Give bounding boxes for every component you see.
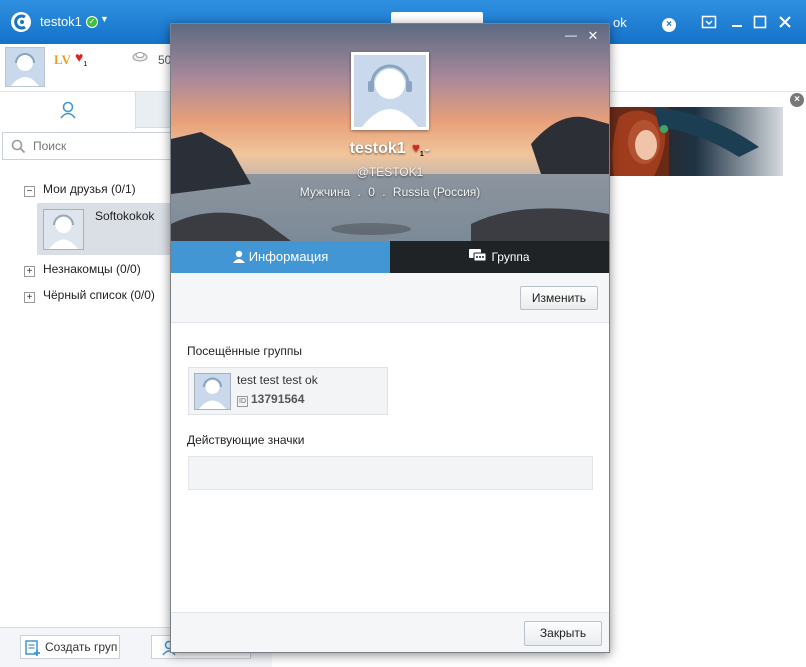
group-card[interactable]: test test test ok ID 13791564 <box>188 367 388 415</box>
profile-dialog: — ✕ testok1 ♥1◒ @TESTOK1 Мужчина . 0 . R… <box>170 23 610 653</box>
contact-icon <box>60 101 76 119</box>
separator: . <box>357 185 361 199</box>
close-button[interactable]: Закрыть <box>524 621 602 646</box>
profile-toolbar: Изменить <box>171 273 609 323</box>
active-badges-title: Действующие значки <box>187 433 305 447</box>
profile-name: testok1 ♥1◒ <box>171 139 609 158</box>
tab-close-icon[interactable]: × <box>662 18 676 32</box>
status-dropdown-icon[interactable]: ▼ <box>100 14 109 24</box>
group-friends[interactable]: − Мои друзья (0/1) <box>24 182 136 200</box>
profile-age: 0 <box>368 185 375 199</box>
window-title: testok1 <box>40 14 82 29</box>
collapse-icon[interactable]: − <box>24 186 35 197</box>
app-logo-icon <box>11 12 31 32</box>
coin-icon: ◒ <box>423 143 431 155</box>
profile-gender: Мужчина <box>299 185 351 199</box>
level-label: LV <box>54 52 71 67</box>
group-avatar <box>194 373 231 410</box>
visited-groups-title: Посещённые группы <box>187 344 302 358</box>
profile-avatar[interactable] <box>351 52 429 130</box>
create-group-label: Создать груп <box>45 640 118 654</box>
profile-meta: Мужчина . 0 . Russia (Россия) <box>171 185 609 199</box>
profile-login: @TESTOK1 <box>356 165 424 179</box>
chat-icon <box>469 249 487 262</box>
id-icon: ID <box>237 396 248 407</box>
search-icon <box>11 139 26 154</box>
list-item[interactable]: Softokokok <box>37 203 177 255</box>
expand-icon[interactable]: + <box>24 266 35 277</box>
tab-info-label: Информация <box>248 249 329 264</box>
create-group-icon <box>25 640 40 656</box>
maximize-icon[interactable] <box>752 14 768 30</box>
search-box[interactable] <box>2 132 182 160</box>
heart-level-icon: ♥1 <box>75 49 88 68</box>
coin-icon <box>132 52 148 62</box>
friend-name: Softokokok <box>95 209 155 223</box>
close-icon[interactable] <box>777 14 793 30</box>
badges-list <box>188 456 593 490</box>
tab-group-label: Группа <box>491 250 530 264</box>
expand-icon[interactable]: + <box>24 292 35 303</box>
group-label: Незнакомцы (0/0) <box>43 262 141 276</box>
profile-country: Russia (Россия) <box>392 185 481 199</box>
separator: . <box>382 185 386 199</box>
banner-close-icon[interactable]: × <box>790 93 804 107</box>
group-name: test test test ok <box>237 373 318 387</box>
group-strangers[interactable]: + Незнакомцы (0/0) <box>24 262 141 280</box>
dialog-footer: Закрыть <box>171 612 609 652</box>
group-id-value: 13791564 <box>251 392 305 406</box>
profile-name-text: testok1 <box>349 140 406 157</box>
dialog-close-icon[interactable]: ✕ <box>586 29 600 43</box>
avatar[interactable] <box>5 47 45 87</box>
banner-ad[interactable] <box>609 107 783 176</box>
profile-tabs: Информация Группа <box>171 241 609 279</box>
tab-info[interactable]: Информация <box>171 241 390 279</box>
dialog-minimize-icon[interactable]: — <box>564 29 578 42</box>
avatar <box>43 209 84 250</box>
window-menu-icon[interactable] <box>701 14 717 30</box>
tab-contacts[interactable] <box>0 92 136 129</box>
tab-group[interactable]: Группа <box>390 241 609 273</box>
group-label: Мои друзья (0/1) <box>43 182 136 196</box>
user-icon <box>232 250 245 263</box>
heart-level-icon: ♥1◒ <box>412 140 431 159</box>
group-id: ID 13791564 <box>237 392 304 407</box>
create-group-button[interactable]: Создать груп <box>20 635 120 659</box>
profile-header: — ✕ testok1 ♥1◒ @TESTOK1 Мужчина . 0 . R… <box>171 24 609 241</box>
search-input[interactable] <box>33 139 173 153</box>
group-label: Чёрный список (0/0) <box>43 288 155 302</box>
online-status-icon[interactable]: ✓ <box>86 16 98 28</box>
minimize-icon[interactable] <box>729 14 745 30</box>
group-blacklist[interactable]: + Чёрный список (0/0) <box>24 288 155 306</box>
tab-label-partial[interactable]: ok <box>607 12 633 34</box>
edit-button[interactable]: Изменить <box>520 286 598 310</box>
